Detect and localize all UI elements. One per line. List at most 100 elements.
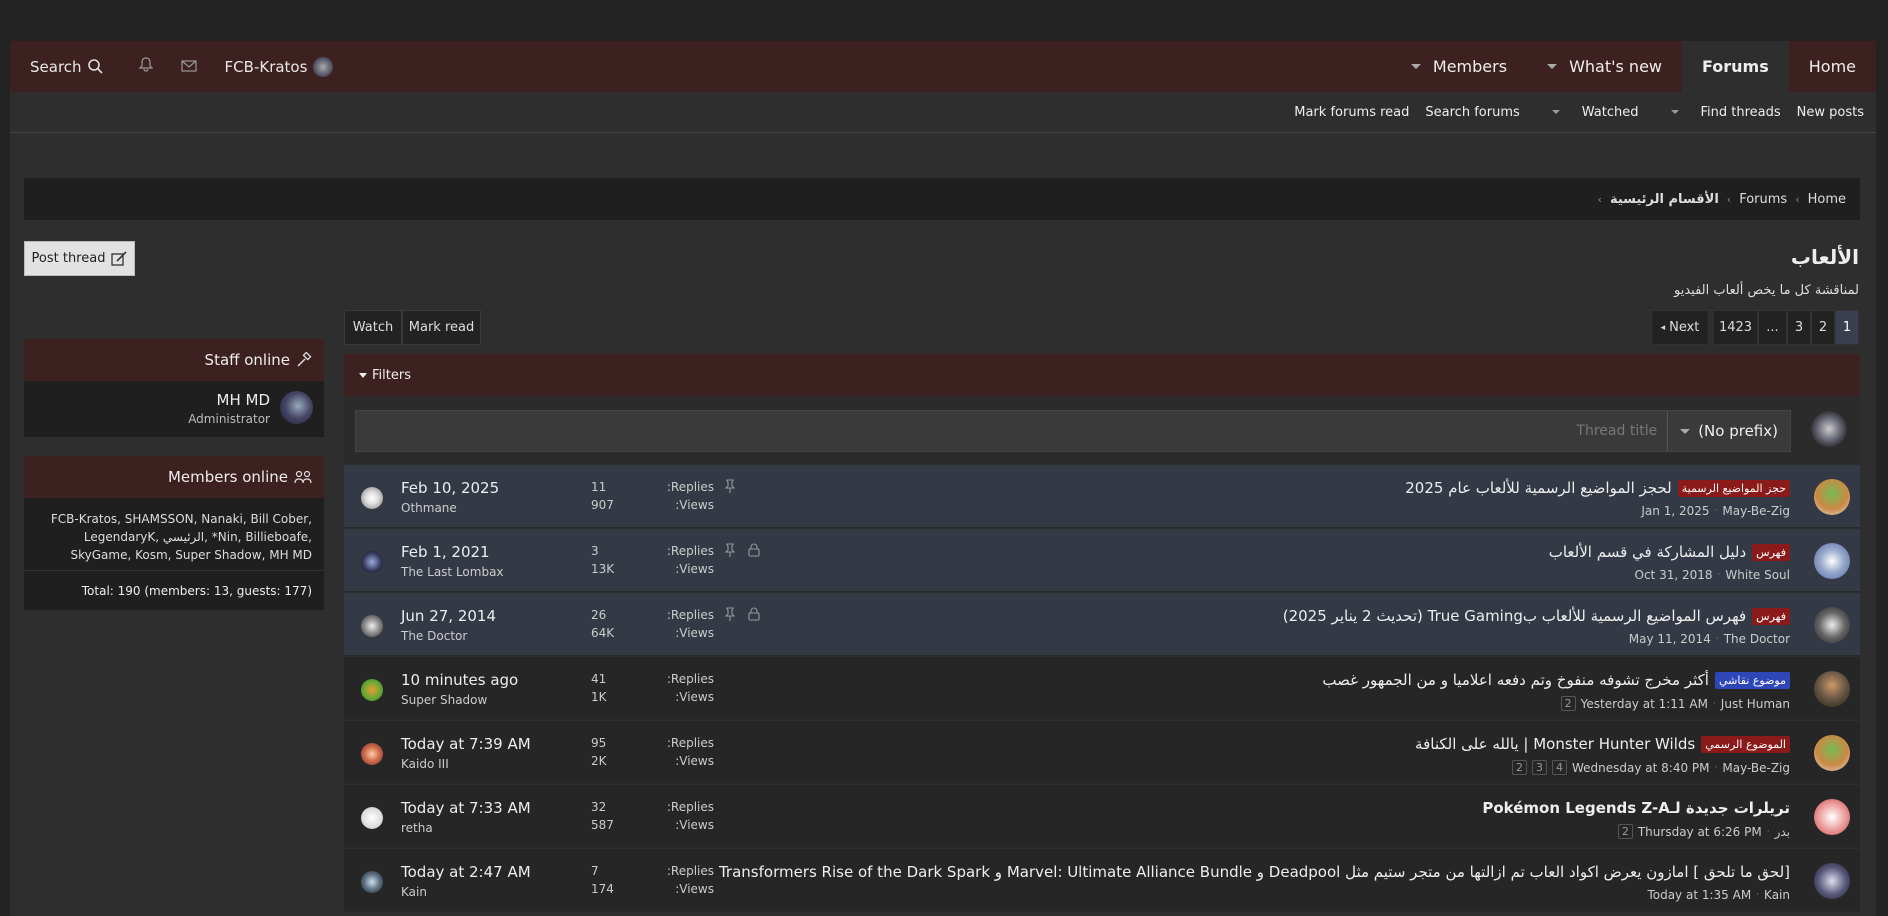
page-link-current[interactable]: 1 [1835, 310, 1859, 345]
thread-start-date[interactable]: May 11, 2014 [1629, 632, 1711, 646]
thread-title-text[interactable]: أكثر مخرج تشوفه منفوخ وتم دفعه اعلاميا و… [1322, 671, 1709, 689]
last-poster-name[interactable]: Kaido III [401, 757, 449, 771]
thread-start-date[interactable]: Yesterday at 1:11 AM [1581, 697, 1708, 711]
thread-title[interactable]: فهرس دليل المشاركة في قسم الألعاب [1549, 543, 1790, 561]
thread-author[interactable]: The Doctor [1724, 632, 1790, 646]
thread-author[interactable]: Just Human [1721, 697, 1790, 711]
thread-title-text[interactable]: Monster Hunter Wilds | يالله على الكنافة [1415, 735, 1695, 753]
thread-title-text[interactable]: فهرس المواضيع الرسمية للألعاب بTrue Gami… [1283, 607, 1746, 625]
thread-page-link[interactable]: 4 [1551, 760, 1567, 775]
thread-starter-avatar[interactable] [1814, 799, 1850, 835]
watch-button[interactable]: Watch [344, 310, 402, 345]
page-link[interactable]: 1423 [1713, 310, 1758, 345]
thread-title[interactable]: موضوع نقاشي أكثر مخرج تشوفه منفوخ وتم دفع… [1322, 671, 1790, 689]
page-ellipsis[interactable]: ... [1758, 310, 1787, 345]
thread-prefix-badge[interactable]: حجز المواضيع الرسمية [1677, 479, 1790, 497]
tab-members[interactable]: Members [1391, 41, 1527, 92]
thread-start-date[interactable]: Wednesday at 8:40 PM [1572, 761, 1710, 775]
last-poster-avatar[interactable] [361, 487, 383, 509]
watched-menu[interactable]: Watched [1536, 105, 1639, 120]
thread-row[interactable]: 10 minutes ago Super Shadow 41 1K Replies: Vi… [344, 657, 1860, 720]
thread-row[interactable]: Today at 7:33 AM retha 32 587 Replies: Views:… [344, 785, 1860, 848]
thread-page-link[interactable]: 3 [1531, 760, 1547, 775]
thread-title-text[interactable]: لحجز المواضيع الرسمية للألعاب عام 2025 [1405, 479, 1671, 497]
last-post-date[interactable]: Today at 7:39 AM [401, 735, 531, 753]
last-post-date[interactable]: Today at 7:33 AM [401, 799, 531, 817]
last-poster-name[interactable]: Kain [401, 885, 427, 899]
last-poster-avatar[interactable] [361, 743, 383, 765]
thread-title[interactable]: [لحق ما تلحق ] امازون يعرض اكواد العاب ت… [719, 863, 1790, 881]
thread-prefix-badge[interactable]: فهرس [1752, 607, 1790, 625]
thread-start-date[interactable]: Oct 31, 2018 [1635, 568, 1713, 582]
page-link[interactable]: 2 [1811, 310, 1835, 345]
thread-prefix-badge[interactable]: الموضوع الرسمي [1701, 735, 1790, 753]
last-poster-name[interactable]: retha [401, 821, 433, 835]
last-poster-avatar[interactable] [361, 871, 383, 893]
search-forums-link[interactable]: Search forums [1425, 105, 1519, 120]
thread-starter-avatar[interactable] [1814, 863, 1850, 899]
thread-prefix-badge[interactable]: فهرس [1752, 543, 1790, 561]
thread-title-text[interactable]: [لحق ما تلحق ] امازون يعرض اكواد العاب ت… [719, 863, 1790, 881]
account-menu[interactable]: FCB-Kratos [225, 56, 334, 77]
thread-starter-avatar[interactable] [1814, 479, 1850, 515]
last-poster-name[interactable]: Othmane [401, 501, 457, 515]
last-poster-name[interactable]: Super Shadow [401, 693, 487, 707]
thread-title[interactable]: فهرس فهرس المواضيع الرسمية للألعاب بTrue … [1283, 607, 1790, 625]
thread-author[interactable]: Kain [1764, 888, 1790, 902]
thread-starter-avatar[interactable] [1814, 607, 1850, 643]
thread-author[interactable]: بدر [1775, 825, 1790, 839]
tab-forums[interactable]: Forums [1682, 41, 1789, 92]
last-poster-avatar[interactable] [361, 551, 383, 573]
thread-start-date[interactable]: Today at 1:35 AM [1647, 888, 1751, 902]
breadcrumb-item[interactable]: Forums [1739, 192, 1787, 207]
search-button[interactable]: Search [30, 58, 103, 76]
new-posts-link[interactable]: New posts [1797, 105, 1864, 120]
tab-home[interactable]: Home [1789, 41, 1876, 92]
thread-title-text[interactable]: تريلرات جديدة لـPokémon Legends Z-A [1482, 799, 1790, 817]
thread-page-link[interactable]: 2 [1560, 696, 1576, 711]
breadcrumb-item[interactable]: الأقسام الرئيسية [1610, 192, 1719, 207]
last-poster-avatar[interactable] [361, 679, 383, 701]
thread-starter-avatar[interactable] [1814, 543, 1850, 579]
mail-icon[interactable] [180, 58, 197, 76]
staff-name[interactable]: MH MD [217, 391, 270, 409]
thread-row[interactable]: Today at 7:39 AM Kaido III 95 2K Replies: Vie… [344, 721, 1860, 784]
thread-prefix-badge[interactable]: موضوع نقاشي [1714, 671, 1790, 689]
breadcrumb-item[interactable]: Home [1808, 192, 1846, 207]
thread-title[interactable]: حجز المواضيع الرسمية لحجز المواضيع الرسمي… [1405, 479, 1790, 497]
last-post-date[interactable]: Feb 10, 2025 [401, 479, 499, 497]
thread-row[interactable]: Feb 1, 2021 The Last Lombax 3 13K Replies: Vi… [344, 529, 1860, 592]
members-online-list[interactable]: FCB-Kratos, SHAMSSON, Nanaki, Bill Cober… [51, 510, 312, 564]
thread-start-date[interactable]: Thursday at 6:26 PM [1638, 825, 1762, 839]
page-link[interactable]: 3 [1787, 310, 1811, 345]
bell-icon[interactable] [138, 57, 153, 76]
last-post-date[interactable]: Feb 1, 2021 [401, 543, 490, 561]
last-post-date[interactable]: 10 minutes ago [401, 671, 518, 689]
thread-page-link[interactable]: 2 [1617, 824, 1633, 839]
last-poster-name[interactable]: The Doctor [401, 629, 467, 643]
mark-forums-read-link[interactable]: Mark forums read [1294, 105, 1409, 120]
last-post-date[interactable]: Jun 27, 2014 [401, 607, 496, 625]
thread-row[interactable]: Feb 10, 2025 Othmane 11 907 Replies: Views: حج… [344, 465, 1860, 528]
last-poster-avatar[interactable] [361, 615, 383, 637]
thread-title-input[interactable]: Thread title [1576, 423, 1657, 439]
post-thread-button[interactable]: Post thread [24, 241, 135, 276]
thread-author[interactable]: White Soul [1725, 568, 1790, 582]
staff-avatar[interactable] [280, 391, 313, 424]
thread-start-date[interactable]: Jan 1, 2025 [1641, 504, 1709, 518]
last-post-date[interactable]: Today at 2:47 AM [401, 863, 531, 881]
prefix-select[interactable]: (No prefix) [1667, 411, 1790, 451]
pagination-next[interactable]: ◂ Next [1651, 310, 1709, 345]
thread-page-link[interactable]: 2 [1511, 760, 1527, 775]
mark-read-button[interactable]: Mark read [402, 310, 481, 345]
filters-bar[interactable]: Filters [344, 354, 1860, 396]
thread-starter-avatar[interactable] [1814, 671, 1850, 707]
thread-title[interactable]: الموضوع الرسمي Monster Hunter Wilds | يال… [1415, 735, 1790, 753]
thread-author[interactable]: May-Be-Zig [1722, 761, 1790, 775]
thread-author[interactable]: May-Be-Zig [1722, 504, 1790, 518]
find-threads-menu[interactable]: Find threads [1655, 105, 1781, 120]
thread-title-text[interactable]: دليل المشاركة في قسم الألعاب [1549, 543, 1746, 561]
thread-row[interactable]: Today at 2:47 AM Kain 7 174 Replies: Views: [ل… [344, 849, 1860, 912]
tab-whats-new[interactable]: What's new [1527, 41, 1682, 92]
last-poster-name[interactable]: The Last Lombax [401, 565, 504, 579]
